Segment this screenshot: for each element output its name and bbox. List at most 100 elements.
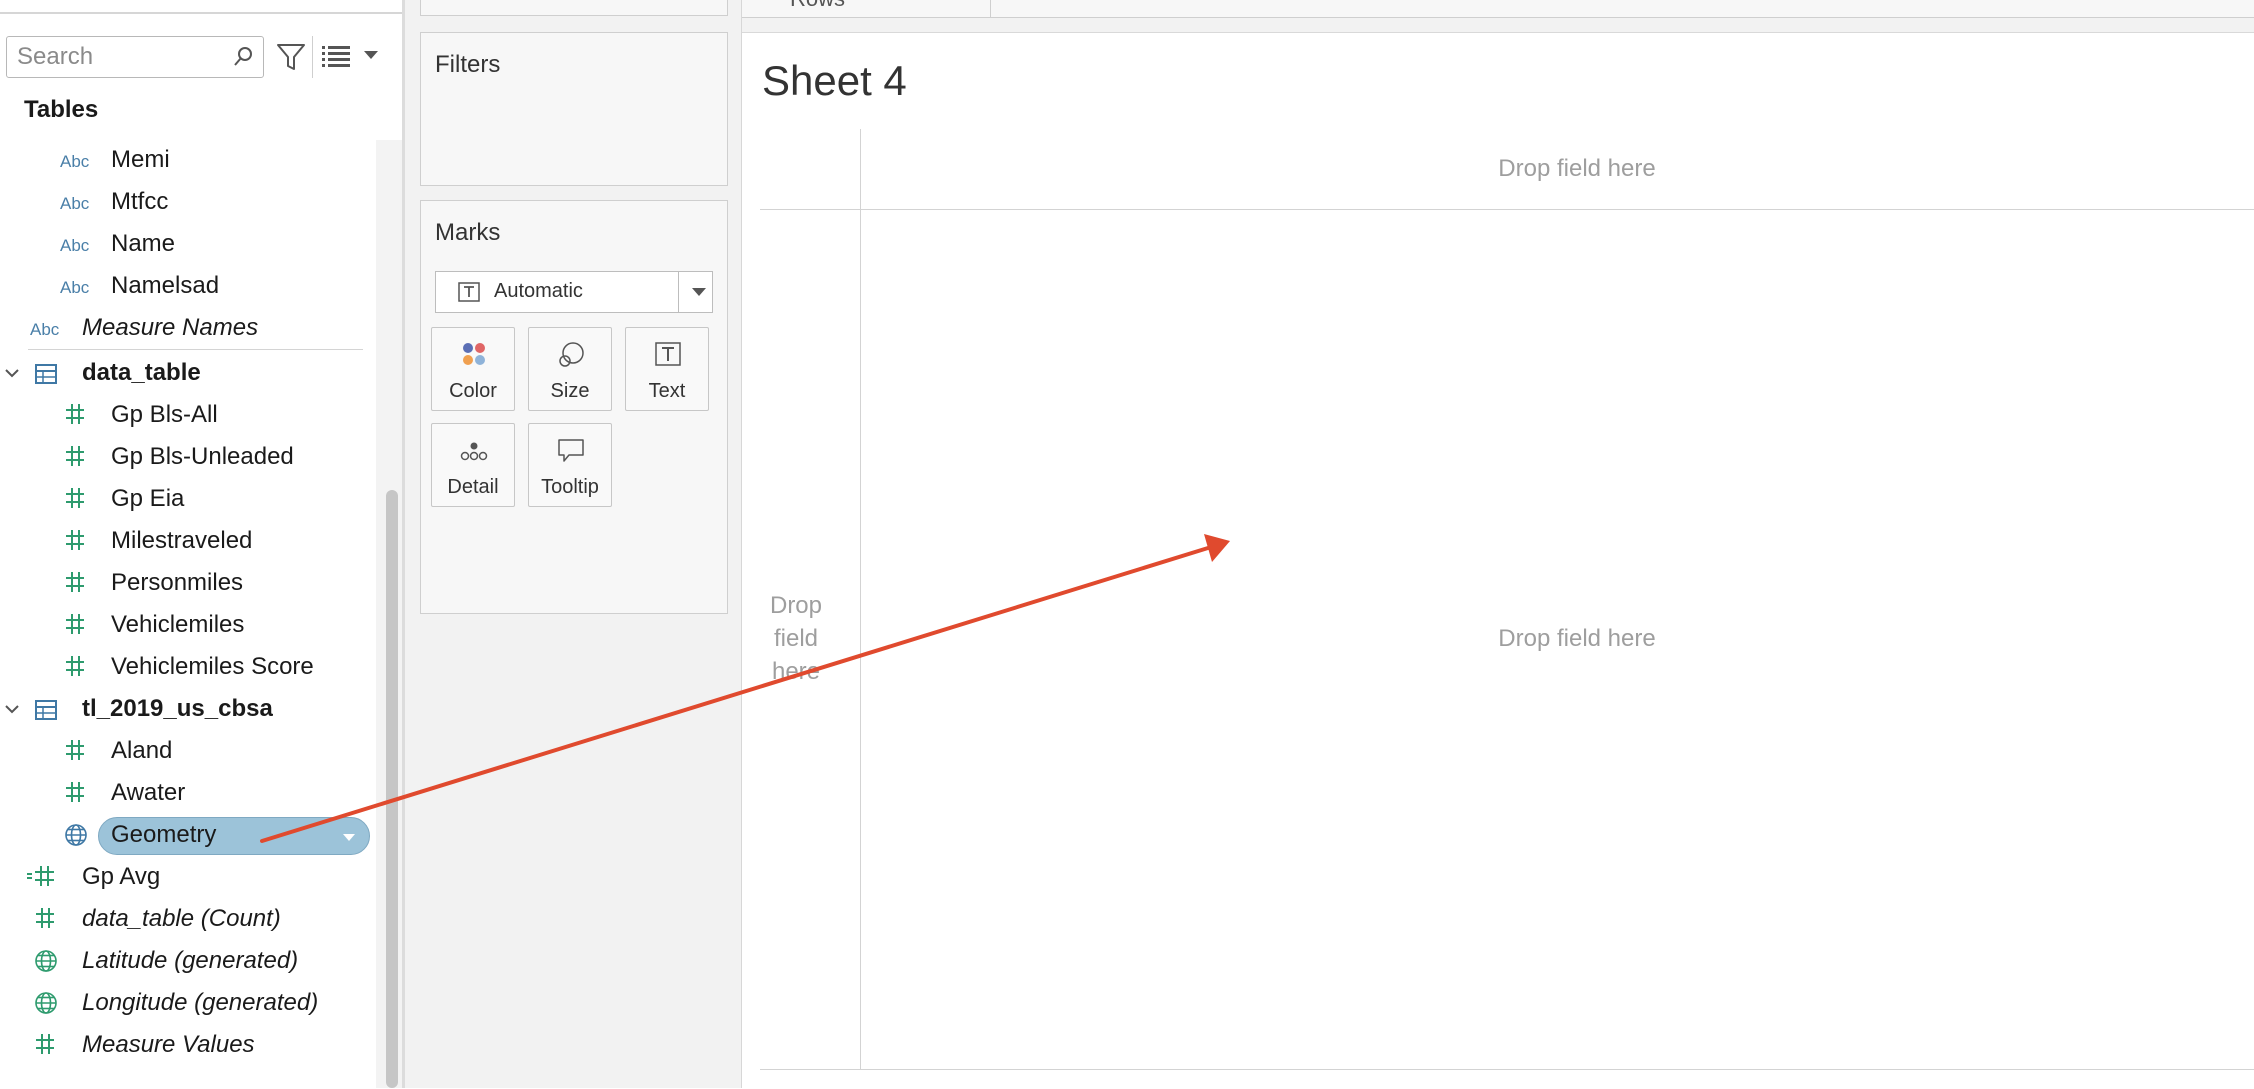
scrollbar-thumb[interactable]	[386, 490, 398, 1088]
chevron-down-icon[interactable]	[4, 365, 20, 381]
field-row-measure-values[interactable]: Measure Values	[0, 1025, 372, 1067]
table-name: tl_2019_us_cbsa	[82, 695, 273, 722]
field-label: Mtfcc	[111, 188, 169, 215]
tooltip-button[interactable]: Tooltip	[528, 423, 612, 507]
table-name: data_table	[82, 359, 201, 386]
filters-title: Filters	[435, 51, 501, 78]
color-icon	[463, 343, 485, 365]
field-list: Abc Memi Abc Mtfcc Abc Name Abc Namelsad…	[0, 0, 376, 1088]
field-row-awater[interactable]: Awater	[0, 773, 372, 815]
hash-icon	[66, 446, 84, 466]
hash-icon	[66, 656, 84, 676]
hash-icon	[66, 614, 84, 634]
field-label: Geometry	[111, 821, 217, 848]
field-label: Longitude (generated)	[82, 989, 319, 1016]
field-label: Gp Bls-All	[111, 401, 218, 428]
field-label: Memi	[111, 146, 170, 173]
field-label: Milestraveled	[111, 527, 253, 554]
table-header-tl-2019-us-cbsa[interactable]: tl_2019_us_cbsa	[0, 689, 372, 731]
field-label: Vehiclemiles Score	[111, 653, 314, 680]
hash-icon	[66, 572, 84, 592]
chevron-down-icon[interactable]	[690, 286, 708, 298]
table-icon	[35, 364, 57, 384]
field-row-milestraveled[interactable]: Milestraveled	[0, 521, 372, 563]
field-row-measure-names[interactable]: Abc Measure Names	[0, 308, 372, 350]
view-drop-zone[interactable]: Drop field here	[1498, 625, 1655, 653]
hash-icon	[36, 908, 54, 928]
hash-icon	[66, 782, 84, 802]
text-button[interactable]: Text	[625, 327, 709, 411]
hash-icon	[66, 488, 84, 508]
sheet-title[interactable]: Sheet 4	[762, 57, 907, 105]
globe-icon	[35, 992, 57, 1014]
field-row-longitude-generated[interactable]: Longitude (generated)	[0, 983, 372, 1025]
field-row-mtfcc[interactable]: Abc Mtfcc	[0, 182, 372, 224]
pages-shelf[interactable]	[420, 0, 728, 16]
detail-icon	[460, 442, 488, 461]
detail-label: Detail	[447, 476, 499, 498]
text-mark-icon	[458, 282, 480, 302]
field-label: Gp Avg	[82, 863, 161, 890]
field-row-geometry-selected[interactable]: Geometry	[0, 815, 372, 857]
field-label: Latitude (generated)	[82, 947, 299, 974]
field-label: Measure Values	[82, 1031, 255, 1058]
field-row-aland[interactable]: Aland	[0, 731, 372, 773]
field-label: Awater	[111, 779, 186, 806]
size-button[interactable]: Size	[528, 327, 612, 411]
data-pane: Tables Abc Memi Abc Mtfcc Abc Name Abc N…	[0, 0, 405, 1088]
globe-icon	[65, 824, 87, 846]
view-gap	[742, 18, 2254, 32]
field-row-vehiclemiles-score[interactable]: Vehiclemiles Score	[0, 647, 372, 689]
field-row-gp-bls-all[interactable]: Gp Bls-All	[0, 395, 372, 437]
text-label: Text	[648, 380, 686, 402]
hash-icon	[66, 530, 84, 550]
color-label: Color	[449, 380, 497, 402]
detail-button[interactable]: Detail	[431, 423, 515, 507]
view-bottom-border	[760, 1069, 2254, 1070]
column-header-divider	[760, 209, 2254, 210]
string-dimension-icon: Abc	[60, 278, 90, 297]
hash-icon	[66, 740, 84, 760]
field-row-data-table-count[interactable]: data_table (Count)	[0, 899, 372, 941]
rows-shelf-label: Rows	[790, 0, 845, 12]
dropdown-separator	[678, 272, 679, 312]
field-row-vehiclemiles[interactable]: Vehiclemiles	[0, 605, 372, 647]
field-label: Gp Eia	[111, 485, 185, 512]
chevron-down-icon[interactable]	[341, 832, 357, 842]
size-label: Size	[550, 380, 590, 402]
field-row-gp-eia[interactable]: Gp Eia	[0, 479, 372, 521]
field-label: Vehiclemiles	[111, 611, 245, 638]
section-divider	[28, 349, 363, 350]
rows-shelf-separator	[990, 0, 991, 18]
size-icon	[559, 342, 584, 367]
rows-drop-zone[interactable]: Drop field here	[760, 589, 832, 688]
string-dimension-icon: Abc	[60, 194, 90, 213]
filters-shelf[interactable]: Filters	[420, 32, 728, 186]
field-label: data_table (Count)	[82, 905, 281, 932]
color-button[interactable]: Color	[431, 327, 515, 411]
rows-shelf[interactable]: Rows	[742, 0, 2254, 18]
string-dimension-icon: Abc	[30, 320, 60, 339]
columns-drop-zone[interactable]: Drop field here	[1498, 155, 1655, 183]
chevron-down-icon[interactable]	[4, 701, 20, 717]
row-header-divider	[860, 129, 861, 1069]
field-row-name[interactable]: Abc Name	[0, 224, 372, 266]
field-row-personmiles[interactable]: Personmiles	[0, 563, 372, 605]
mark-type-label: Automatic	[494, 280, 583, 302]
string-dimension-icon: Abc	[60, 236, 90, 255]
field-row-gp-bls-unleaded[interactable]: Gp Bls-Unleaded	[0, 437, 372, 479]
table-header-data-table[interactable]: data_table	[0, 353, 372, 395]
field-label: Aland	[111, 737, 173, 764]
field-row-latitude-generated[interactable]: Latitude (generated)	[0, 941, 372, 983]
worksheet: Sheet 4 Drop field here Drop field here …	[742, 32, 2254, 1089]
field-row-gp-avg[interactable]: Gp Avg	[0, 857, 372, 899]
marks-title: Marks	[435, 219, 501, 246]
calculated-measure-icon	[27, 866, 54, 886]
field-label: Personmiles	[111, 569, 244, 596]
tooltip-icon	[558, 439, 584, 462]
tooltip-label: Tooltip	[541, 476, 599, 498]
field-row-memi[interactable]: Abc Memi	[0, 140, 372, 182]
field-row-namelsad[interactable]: Abc Namelsad	[0, 266, 372, 308]
mark-type-dropdown[interactable]: Automatic	[435, 271, 713, 313]
globe-icon	[35, 950, 57, 972]
